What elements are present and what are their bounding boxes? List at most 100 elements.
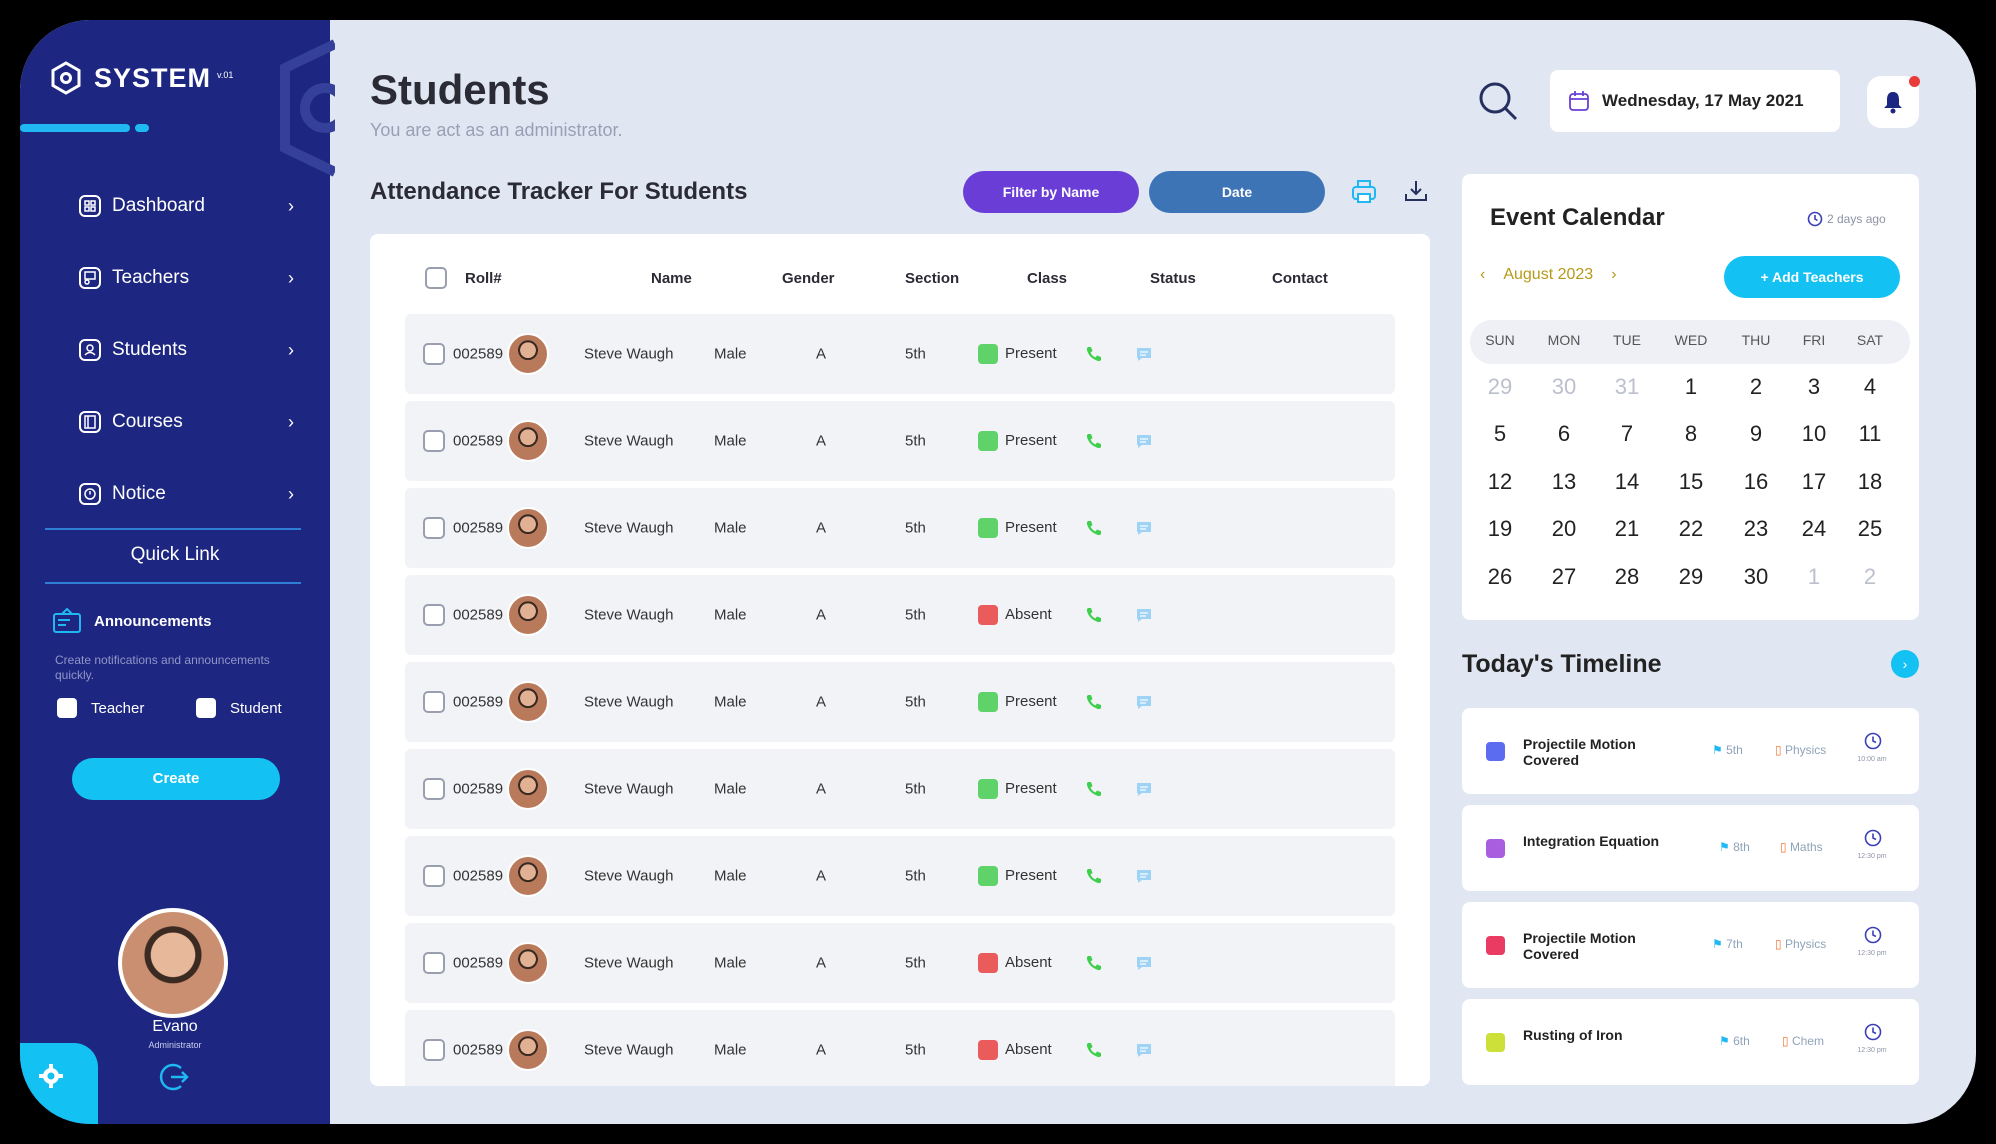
calendar-day[interactable]: 9	[1726, 421, 1786, 447]
timeline-item[interactable]: Rusting of Iron ⚑ 6th ▯ Chem 12:30 pm	[1462, 999, 1919, 1085]
column-header-contact[interactable]: Contact	[1272, 270, 1328, 287]
table-row[interactable]: 002589 Steve Waugh Male A 5th Present	[405, 836, 1395, 916]
phone-icon[interactable]	[1085, 519, 1103, 537]
calendar-day[interactable]: 1	[1784, 564, 1844, 590]
table-row[interactable]: 002589 Steve Waugh Male A 5th Absent	[405, 575, 1395, 655]
calendar-day[interactable]: 4	[1840, 374, 1900, 400]
message-icon[interactable]	[1135, 519, 1153, 537]
column-header-status[interactable]: Status	[1150, 270, 1196, 287]
filter-by-name-button[interactable]: Filter by Name	[963, 171, 1139, 213]
phone-icon[interactable]	[1085, 432, 1103, 450]
column-header-class[interactable]: Class	[1027, 270, 1067, 287]
calendar-day[interactable]: 23	[1726, 516, 1786, 542]
row-checkbox[interactable]	[423, 517, 445, 539]
message-icon[interactable]	[1135, 780, 1153, 798]
phone-icon[interactable]	[1085, 954, 1103, 972]
create-button[interactable]: Create	[72, 758, 280, 800]
calendar-day[interactable]: 26	[1470, 564, 1530, 590]
column-header-gender[interactable]: Gender	[782, 270, 835, 287]
calendar-day[interactable]: 19	[1470, 516, 1530, 542]
calendar-day[interactable]: 27	[1534, 564, 1594, 590]
calendar-day[interactable]: 30	[1534, 374, 1594, 400]
table-row[interactable]: 002589 Steve Waugh Male A 5th Present	[405, 749, 1395, 829]
calendar-day[interactable]: 30	[1726, 564, 1786, 590]
row-checkbox[interactable]	[423, 1039, 445, 1061]
timeline-next-button[interactable]: ›	[1891, 650, 1919, 678]
date-display[interactable]: Wednesday, 17 May 2021	[1550, 70, 1840, 132]
row-checkbox[interactable]	[423, 865, 445, 887]
calendar-day[interactable]: 18	[1840, 469, 1900, 495]
search-icon[interactable]	[1477, 80, 1519, 122]
message-icon[interactable]	[1135, 345, 1153, 363]
prev-month-icon[interactable]: ‹	[1480, 266, 1485, 284]
column-header-name[interactable]: Name	[651, 270, 692, 287]
table-row[interactable]: 002589 Steve Waugh Male A 5th Present	[405, 488, 1395, 568]
logout-icon[interactable]	[157, 1060, 191, 1094]
calendar-day[interactable]: 16	[1726, 469, 1786, 495]
calendar-day[interactable]: 24	[1784, 516, 1844, 542]
calendar-day[interactable]: 6	[1534, 421, 1594, 447]
calendar-day[interactable]: 21	[1597, 516, 1657, 542]
message-icon[interactable]	[1135, 954, 1153, 972]
settings-button[interactable]	[20, 1043, 98, 1124]
date-button[interactable]: Date	[1149, 171, 1325, 213]
phone-icon[interactable]	[1085, 780, 1103, 798]
calendar-day[interactable]: 20	[1534, 516, 1594, 542]
student-checkbox[interactable]	[196, 698, 216, 718]
row-checkbox[interactable]	[423, 952, 445, 974]
calendar-day[interactable]: 15	[1661, 469, 1721, 495]
table-row[interactable]: 002589 Steve Waugh Male A 5th Absent	[405, 1010, 1395, 1086]
calendar-day[interactable]: 1	[1661, 374, 1721, 400]
download-icon[interactable]	[1403, 178, 1429, 204]
row-checkbox[interactable]	[423, 691, 445, 713]
phone-icon[interactable]	[1085, 693, 1103, 711]
add-teachers-button[interactable]: + Add Teachers	[1724, 256, 1900, 298]
timeline-item[interactable]: Integration Equation ⚑ 8th ▯ Maths 12:30 pm	[1462, 805, 1919, 891]
timeline-item[interactable]: Projectile Motion Covered ⚑ 7th ▯ Physics 1…	[1462, 902, 1919, 988]
table-row[interactable]: 002589 Steve Waugh Male A 5th Present	[405, 401, 1395, 481]
message-icon[interactable]	[1135, 867, 1153, 885]
calendar-day[interactable]: 8	[1661, 421, 1721, 447]
teacher-checkbox[interactable]	[57, 698, 77, 718]
column-header-section[interactable]: Section	[905, 270, 959, 287]
sidebar-item-dashboard[interactable]: Dashboard ›	[78, 170, 308, 242]
calendar-day[interactable]: 10	[1784, 421, 1844, 447]
sidebar-item-notice[interactable]: Notice ›	[78, 458, 308, 530]
calendar-day[interactable]: 2	[1840, 564, 1900, 590]
next-month-icon[interactable]: ›	[1611, 266, 1616, 284]
calendar-day[interactable]: 3	[1784, 374, 1844, 400]
calendar-day[interactable]: 25	[1840, 516, 1900, 542]
student-option[interactable]: Student	[196, 698, 282, 718]
table-row[interactable]: 002589 Steve Waugh Male A 5th Absent	[405, 923, 1395, 1003]
select-all-checkbox[interactable]	[425, 267, 447, 289]
row-checkbox[interactable]	[423, 343, 445, 365]
calendar-day[interactable]: 17	[1784, 469, 1844, 495]
phone-icon[interactable]	[1085, 867, 1103, 885]
row-checkbox[interactable]	[423, 430, 445, 452]
calendar-day[interactable]: 7	[1597, 421, 1657, 447]
row-checkbox[interactable]	[423, 604, 445, 626]
phone-icon[interactable]	[1085, 345, 1103, 363]
sidebar-item-courses[interactable]: Courses ›	[78, 386, 308, 458]
table-row[interactable]: 002589 Steve Waugh Male A 5th Present	[405, 662, 1395, 742]
calendar-day[interactable]: 2	[1726, 374, 1786, 400]
phone-icon[interactable]	[1085, 606, 1103, 624]
calendar-day[interactable]: 12	[1470, 469, 1530, 495]
row-checkbox[interactable]	[423, 778, 445, 800]
message-icon[interactable]	[1135, 693, 1153, 711]
calendar-day[interactable]: 22	[1661, 516, 1721, 542]
message-icon[interactable]	[1135, 1041, 1153, 1059]
user-avatar[interactable]	[118, 908, 228, 1018]
calendar-day[interactable]: 29	[1661, 564, 1721, 590]
timeline-item[interactable]: Projectile Motion Covered ⚑ 5th ▯ Physics 1…	[1462, 708, 1919, 794]
calendar-day[interactable]: 29	[1470, 374, 1530, 400]
teacher-option[interactable]: Teacher	[57, 698, 144, 718]
message-icon[interactable]	[1135, 606, 1153, 624]
sidebar-item-students[interactable]: Students ›	[78, 314, 308, 386]
printer-icon[interactable]	[1350, 178, 1378, 206]
table-row[interactable]: 002589 Steve Waugh Male A 5th Present	[405, 314, 1395, 394]
calendar-day[interactable]: 13	[1534, 469, 1594, 495]
phone-icon[interactable]	[1085, 1041, 1103, 1059]
calendar-day[interactable]: 28	[1597, 564, 1657, 590]
calendar-day[interactable]: 11	[1840, 421, 1900, 447]
